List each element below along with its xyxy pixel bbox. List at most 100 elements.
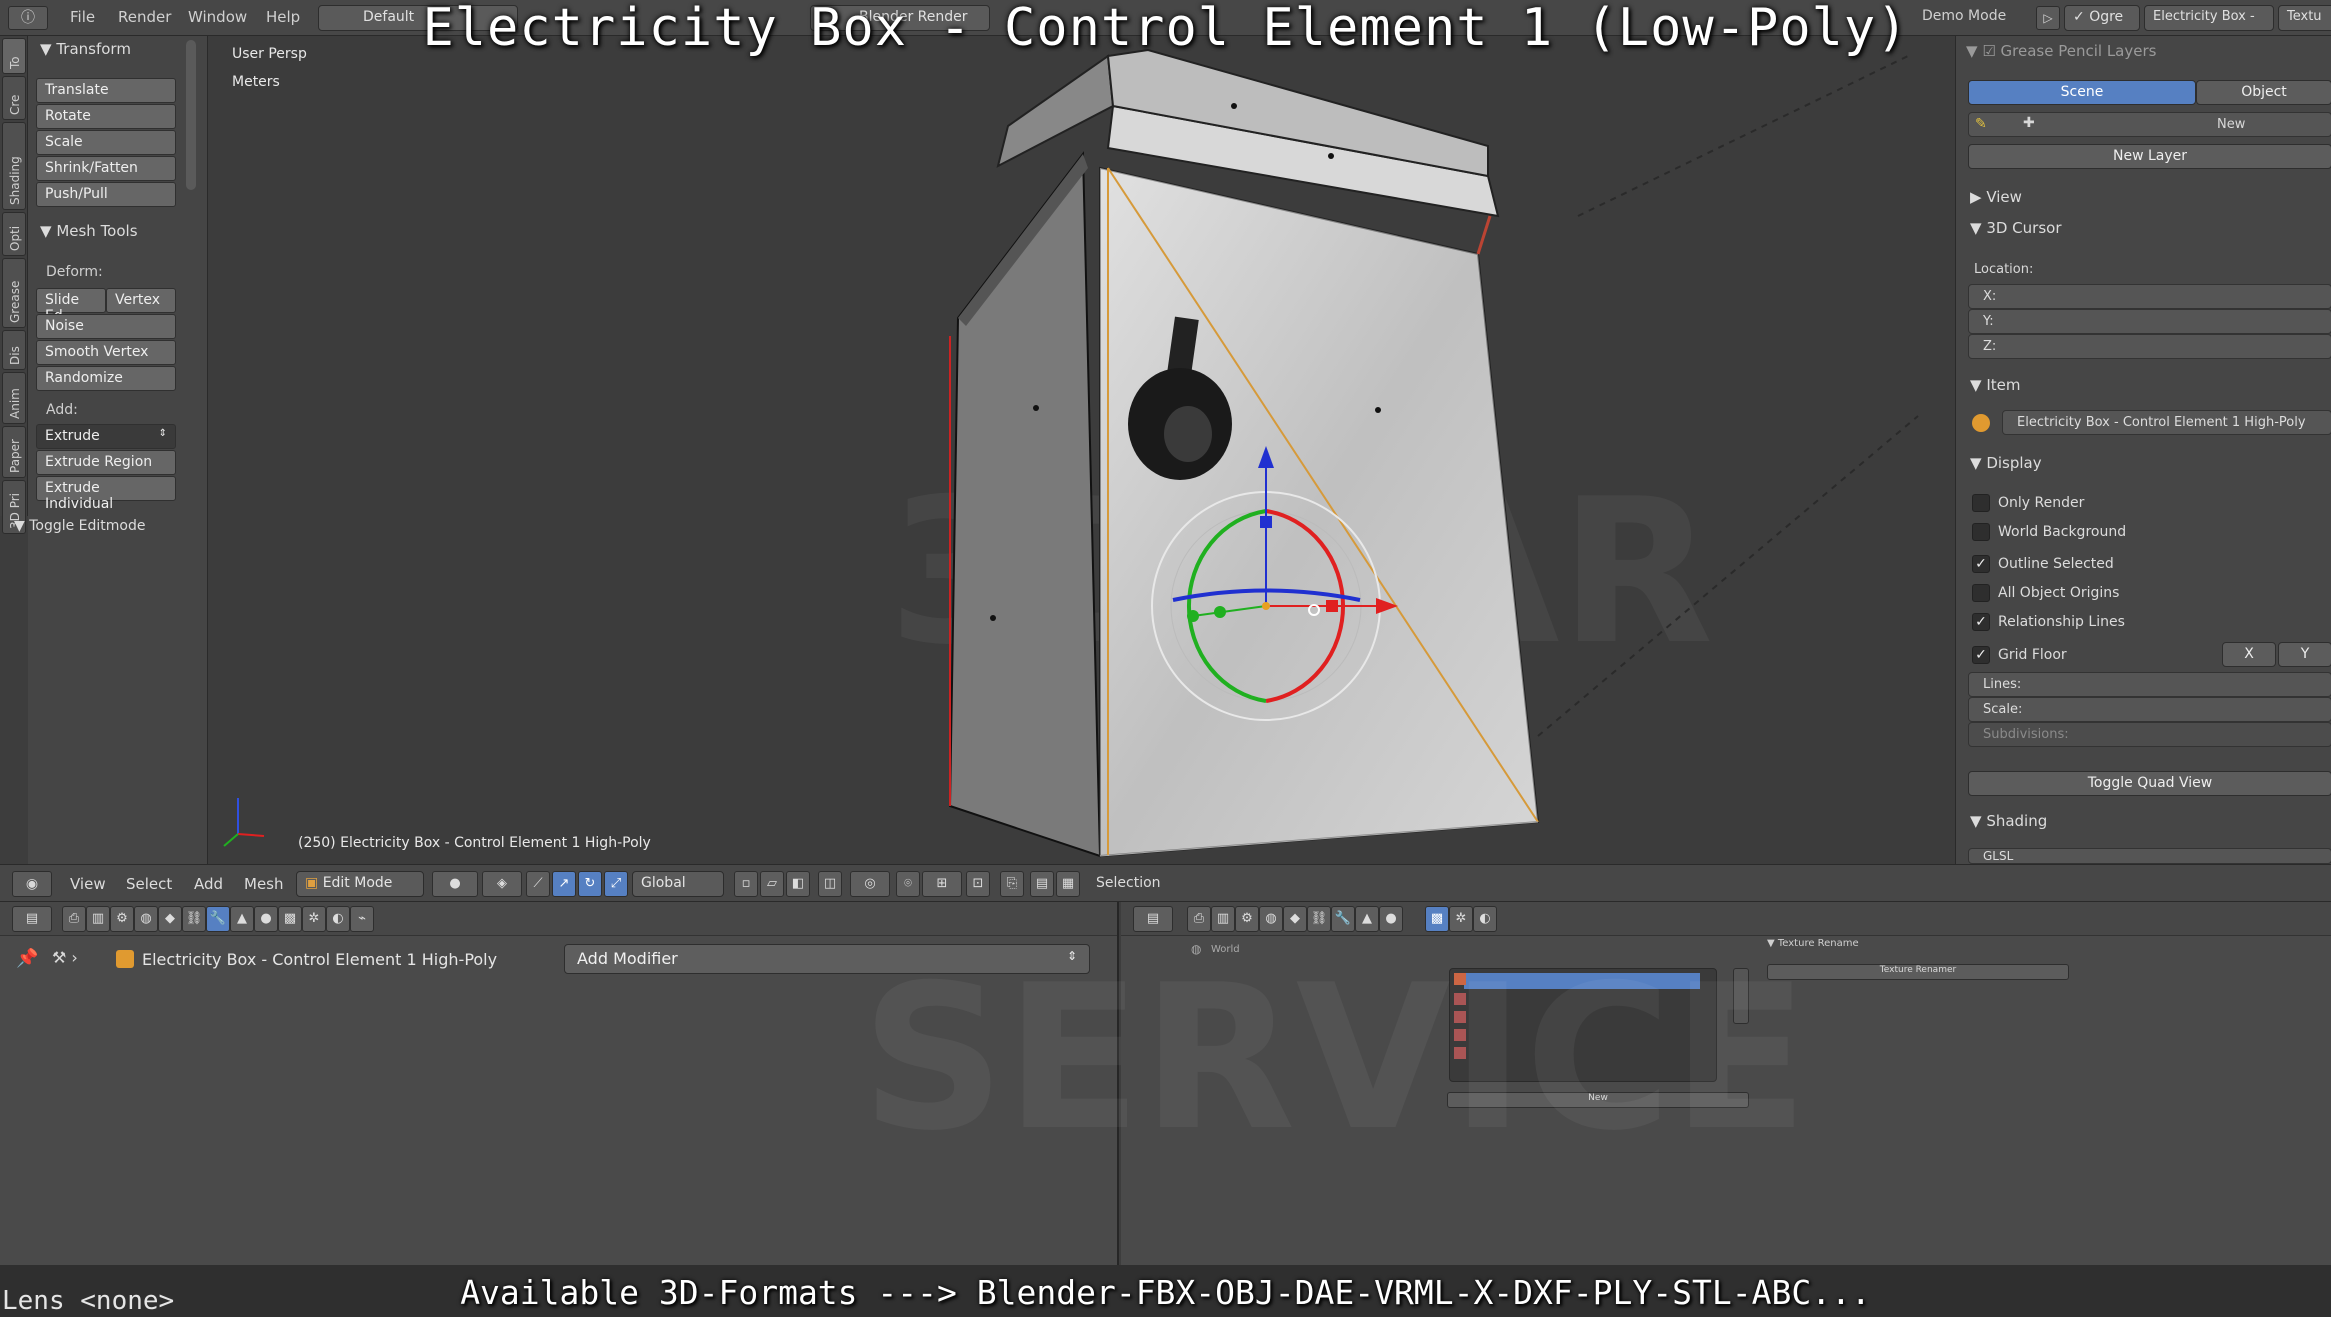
constraints-tab-icon[interactable]: ⛓ xyxy=(1307,906,1331,932)
shading-mode-dropdown[interactable]: GLSL xyxy=(1968,848,2331,864)
material-tab-icon[interactable]: ● xyxy=(1379,906,1403,932)
outline-selected-checkbox[interactable]: ✓ xyxy=(1972,555,1990,573)
layers-icon[interactable]: ▦ xyxy=(1056,871,1080,897)
render-layers-tab-icon[interactable]: ▥ xyxy=(86,906,110,932)
menu-select[interactable]: Select xyxy=(126,875,172,893)
object-name-field[interactable]: Electricity Box - Control Element 1 High… xyxy=(2002,410,2331,435)
extrude-individual-button[interactable]: Extrude Individual xyxy=(36,476,176,512)
grid-axis-x-toggle[interactable]: X xyxy=(2222,642,2276,667)
particles-tab-icon[interactable]: ✲ xyxy=(1449,906,1473,932)
modifiers-tab-icon[interactable]: 🔧 xyxy=(206,906,230,932)
shading-panel-header[interactable]: ▼ Shading xyxy=(1970,812,2047,830)
scale-button[interactable]: Scale xyxy=(36,130,176,155)
render-tab-icon[interactable]: ⎙ xyxy=(1187,906,1211,932)
texture-tab-icon[interactable]: ▩ xyxy=(278,906,302,932)
physics-tab-icon[interactable]: ◐ xyxy=(1473,906,1497,932)
modifiers-tab-icon[interactable]: 🔧 xyxy=(1331,906,1355,932)
grid-floor-checkbox[interactable]: ✓ xyxy=(1972,646,1990,664)
scene-tab-icon[interactable]: ⚙ xyxy=(110,906,134,932)
tab-create[interactable]: Cre xyxy=(2,76,26,120)
orientation-dropdown[interactable]: Global xyxy=(632,871,724,897)
translate-manipulator-icon[interactable]: ↗ xyxy=(552,871,576,897)
vertex-slide-button[interactable]: Vertex xyxy=(106,288,176,313)
relationship-lines-checkbox[interactable]: ✓ xyxy=(1972,613,1990,631)
3d-cursor-header[interactable]: ▼ 3D Cursor xyxy=(1970,219,2061,237)
proportional-edit-icon[interactable]: ◎ xyxy=(850,871,890,897)
menu-view[interactable]: View xyxy=(70,875,106,893)
editor-type-icon[interactable]: ▤ xyxy=(1133,906,1173,932)
cursor-y-field[interactable]: Y: xyxy=(1968,309,2331,334)
pencil-icon[interactable]: ✎ xyxy=(1975,116,1987,132)
object-tab-icon[interactable]: ◆ xyxy=(1283,906,1307,932)
menu-add[interactable]: Add xyxy=(194,875,223,893)
material-tab-icon[interactable]: ● xyxy=(254,906,278,932)
vertex-select-icon[interactable]: ▫ xyxy=(734,871,758,897)
grid-axis-y-toggle[interactable]: Y xyxy=(2278,642,2331,667)
pin-icon[interactable]: 📌 xyxy=(16,948,38,969)
gp-new-button[interactable]: New xyxy=(2217,117,2245,132)
rotate-button[interactable]: Rotate xyxy=(36,104,176,129)
extrude-dropdown[interactable]: Extrude ⇕ xyxy=(36,424,176,449)
snap-element-icon[interactable]: ⊞ xyxy=(922,871,962,897)
toolshelf-scrollbar[interactable] xyxy=(186,40,196,190)
grid-subdivisions-field[interactable]: Subdivisions: xyxy=(1968,722,2331,747)
render-layers-tab-icon[interactable]: ▥ xyxy=(1211,906,1235,932)
tab-paper[interactable]: Paper xyxy=(2,426,26,478)
particles-tab-icon[interactable]: ✲ xyxy=(302,906,326,932)
editor-type-icon[interactable]: ▤ xyxy=(12,906,52,932)
scene-tab-icon[interactable]: ⚙ xyxy=(1235,906,1259,932)
tab-display[interactable]: Dis xyxy=(2,330,26,370)
tab-shading[interactable]: Shading xyxy=(2,122,26,210)
texture-renamer-button[interactable]: Texture Renamer xyxy=(1767,964,2069,980)
smooth-vertex-button[interactable]: Smooth Vertex xyxy=(36,340,176,365)
3d-viewport[interactable]: User Persp Meters 3DWAR xyxy=(208,36,1955,864)
viewport-shading-icon[interactable]: ● xyxy=(432,871,478,897)
display-panel-header[interactable]: ▼ Display xyxy=(1970,454,2042,472)
snap-target-icon[interactable]: ⊡ xyxy=(966,871,990,897)
data-tab-icon[interactable]: ▲ xyxy=(1355,906,1379,932)
physics-tab-icon[interactable]: ◐ xyxy=(326,906,350,932)
editor-type-icon[interactable]: ◉ xyxy=(12,871,52,897)
grid-scale-field[interactable]: Scale: xyxy=(1968,697,2331,722)
slide-edge-button[interactable]: Slide Ed xyxy=(36,288,106,324)
toggle-quad-view-button[interactable]: Toggle Quad View xyxy=(1968,771,2331,796)
gp-scene-tab[interactable]: Scene xyxy=(1968,80,2196,105)
toggle-editmode-header[interactable]: ▼ Toggle Editmode xyxy=(14,518,146,534)
object-tab-icon[interactable]: ◆ xyxy=(158,906,182,932)
snap-toggle-icon[interactable]: ⌾ xyxy=(896,871,920,897)
limit-selection-icon[interactable]: ◫ xyxy=(818,871,842,897)
edge-select-icon[interactable]: ▱ xyxy=(760,871,784,897)
world-tab-icon[interactable]: ◍ xyxy=(134,906,158,932)
mode-dropdown[interactable]: ▣ Edit Mode xyxy=(296,871,424,897)
extra-tab-icon[interactable]: ⌁ xyxy=(350,906,374,932)
tab-animation[interactable]: Anim xyxy=(2,372,26,424)
world-background-checkbox[interactable] xyxy=(1972,523,1990,541)
render-tab-icon[interactable]: ⎙ xyxy=(62,906,86,932)
menu-mesh[interactable]: Mesh xyxy=(244,875,284,893)
grid-lines-field[interactable]: Lines: xyxy=(1968,672,2331,697)
gp-object-tab[interactable]: Object xyxy=(2196,80,2331,105)
randomize-button[interactable]: Randomize xyxy=(36,366,176,391)
view-panel-header[interactable]: ▶ View xyxy=(1970,188,2022,206)
add-icon[interactable]: ✚ xyxy=(2023,115,2035,131)
push-pull-button[interactable]: Push/Pull xyxy=(36,182,176,207)
extrude-region-button[interactable]: Extrude Region xyxy=(36,450,176,475)
rotate-manipulator-icon[interactable]: ↻ xyxy=(578,871,602,897)
world-tab-icon[interactable]: ◍ xyxy=(1259,906,1283,932)
render-animation-icon[interactable]: ▤ xyxy=(1030,871,1054,897)
cursor-x-field[interactable]: X: xyxy=(1968,284,2331,309)
shrink-fatten-button[interactable]: Shrink/Fatten xyxy=(36,156,176,181)
translate-button[interactable]: Translate xyxy=(36,78,176,103)
new-layer-button[interactable]: New Layer xyxy=(1968,144,2331,169)
face-select-icon[interactable]: ◧ xyxy=(786,871,810,897)
pivot-point-icon[interactable]: ◈ xyxy=(482,871,522,897)
only-render-checkbox[interactable] xyxy=(1972,494,1990,512)
all-object-origins-checkbox[interactable] xyxy=(1972,584,1990,602)
manipulator-toggle-icon[interactable]: ⟋ xyxy=(526,871,550,897)
scale-manipulator-icon[interactable]: ⤢ xyxy=(604,871,628,897)
opengl-render-icon[interactable]: ⎘ xyxy=(1000,871,1024,897)
cursor-z-field[interactable]: Z: xyxy=(1968,334,2331,359)
noise-button[interactable]: Noise xyxy=(36,314,176,339)
data-tab-icon[interactable]: ▲ xyxy=(230,906,254,932)
constraints-tab-icon[interactable]: ⛓ xyxy=(182,906,206,932)
